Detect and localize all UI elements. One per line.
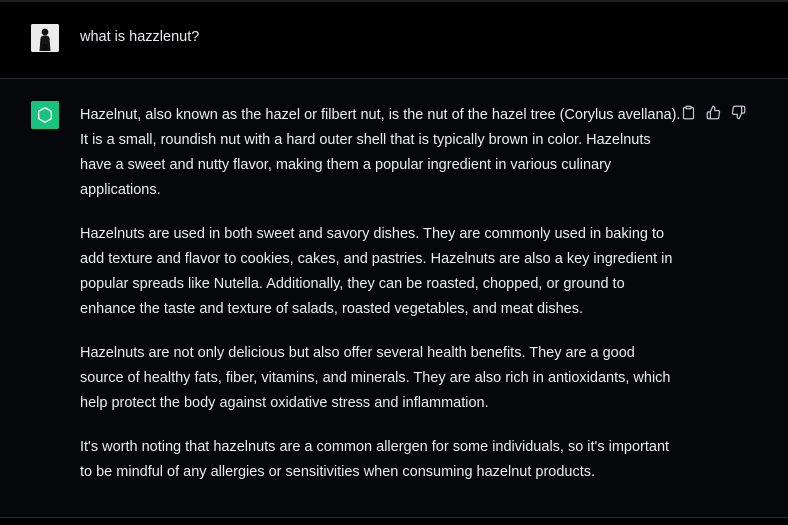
clipboard-icon (682, 105, 694, 119)
answer-line: It is a small, roundish nut with a hard … (80, 132, 651, 148)
message-actions (679, 103, 747, 121)
answer-line: have a sweet and nutty flavor, making th… (80, 157, 612, 173)
answer-line: to be mindful of any allergies or sensit… (80, 464, 596, 480)
answer-paragraph-1: Hazelnut, also known as the hazel or fil… (80, 103, 680, 203)
answer-line: source of healthy fats, fiber, vitamins,… (80, 370, 671, 386)
bottom-divider (0, 517, 788, 525)
dislike-button[interactable] (729, 103, 747, 121)
answer-paragraph-4: It's worth noting that hazelnuts are a c… (80, 435, 680, 485)
answer-line: Hazelnut, also known as the hazel or fil… (80, 107, 681, 123)
answer-line: Hazelnuts are not only delicious but als… (80, 345, 635, 361)
assistant-message-text: Hazelnut, also known as the hazel or fil… (80, 103, 680, 504)
copy-button[interactable] (679, 103, 697, 121)
user-message-row: what is hazzlenut? (0, 2, 788, 79)
openai-logo-icon (31, 101, 59, 129)
answer-line: enhance the taste and texture of salads,… (80, 301, 583, 317)
answer-line: It's worth noting that hazelnuts are a c… (80, 439, 670, 455)
user-message-text: what is hazzlenut? (80, 29, 200, 45)
answer-paragraph-3: Hazelnuts are not only delicious but als… (80, 341, 680, 416)
answer-line: help protect the body against oxidative … (80, 395, 489, 411)
answer-line: applications. (80, 182, 161, 198)
thumbs-down-icon (731, 105, 745, 119)
answer-line: add texture and flavor to cookies, cakes… (80, 251, 673, 267)
answer-paragraph-2: Hazelnuts are used in both sweet and sav… (80, 222, 680, 322)
assistant-message-row: Hazelnut, also known as the hazel or fil… (0, 79, 788, 517)
user-avatar (31, 24, 59, 52)
answer-line: popular spreads like Nutella. Additional… (80, 276, 625, 292)
like-button[interactable] (704, 103, 722, 121)
thumbs-up-icon (706, 105, 720, 119)
answer-line: Hazelnuts are used in both sweet and sav… (80, 226, 665, 242)
